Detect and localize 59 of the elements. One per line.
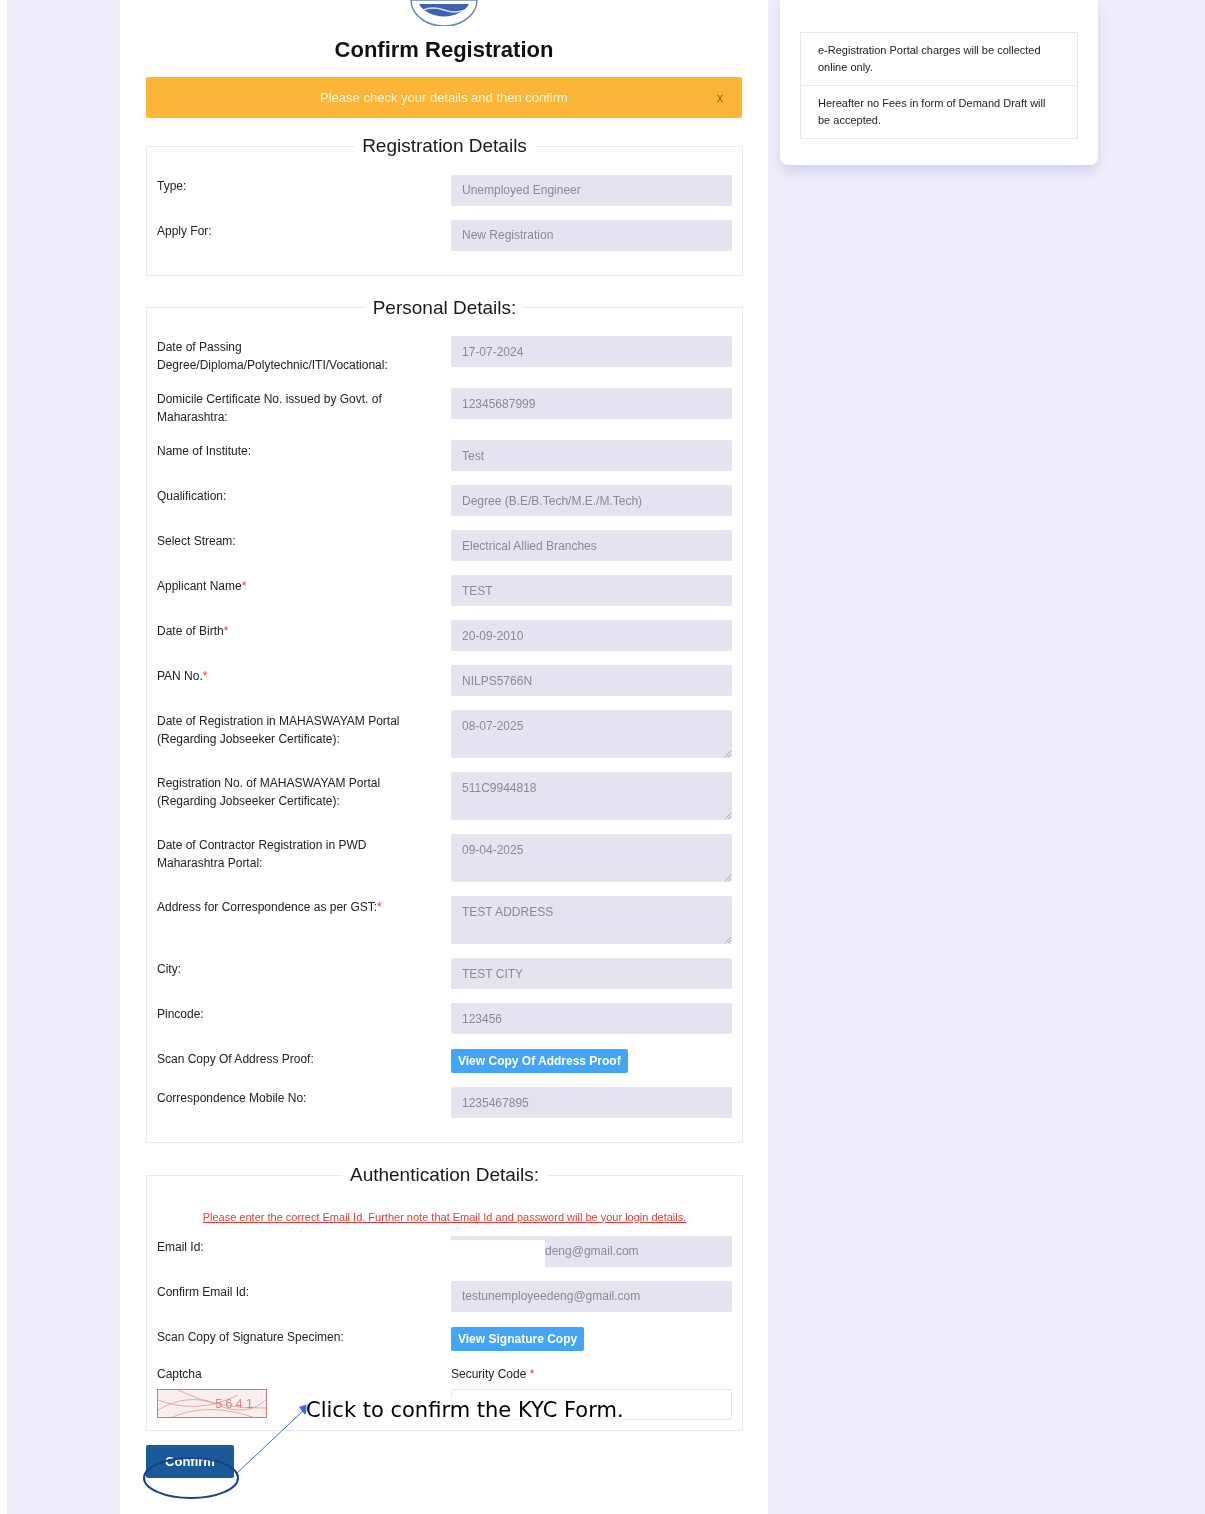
notice-item: Hereafter no Fees in form of Demand Draft will be accepted. <box>801 85 1077 138</box>
notice-item: e-Registration Portal charges will be collected online only. <box>817 43 1042 75</box>
input-field[interactable]: 20-09-2010 <box>451 620 732 651</box>
field-label: Select Stream: <box>157 533 237 550</box>
input-field[interactable]: 123456 <box>451 1003 732 1034</box>
input-field[interactable]: 1235467895 <box>451 1087 732 1118</box>
section-title: Registration Details <box>361 134 528 158</box>
input-field[interactable]: 12345687999 <box>451 388 732 419</box>
input-field[interactable]: Unemployed Engineer <box>451 174 732 206</box>
field-label: Date of Birth* <box>157 623 230 640</box>
input-field[interactable]: testunemployeedeng@gmail.com <box>451 1280 732 1312</box>
callout-label: Click to confirm the KYC Form. <box>306 1398 624 1422</box>
captcha-image: 5641 <box>157 1388 267 1418</box>
warning-text: Please enter the correct Email Id. Further note that Email Id and password will be your login details. <box>202 1210 687 1223</box>
alert-message: Please check your details and then confirm <box>320 88 568 107</box>
text-area[interactable]: 08-07-2025 <box>451 710 732 758</box>
section-title: Authentication Details: <box>348 1163 541 1187</box>
field-label: Date of Registration in MAHASWAYAM Portal (Regarding Jobseeker Certificate): <box>157 713 401 748</box>
input-field[interactable]: TEST CITY <box>451 958 732 989</box>
field-label: Correspondence Mobile No: <box>157 1090 308 1107</box>
text-area[interactable]: 09-04-2025 <box>451 834 732 882</box>
input-field[interactable]: New Registration <box>451 219 732 251</box>
field-label: Confirm Email Id: <box>157 1283 251 1301</box>
input-field[interactable]: Test <box>451 440 732 471</box>
field-label: Scan Copy Of Address Proof: <box>157 1051 315 1068</box>
view-button[interactable]: View Signature Copy <box>451 1326 585 1351</box>
field-label: Security Code * <box>451 1365 536 1383</box>
page-title: Confirm Registration <box>333 36 555 64</box>
field-label: Email Id: <box>157 1238 205 1256</box>
field-label: Apply For: <box>157 222 213 240</box>
field-label: Pincode: <box>157 1006 205 1023</box>
resize-handle-icon <box>724 812 731 819</box>
field-label: Scan Copy of Signature Specimen: <box>157 1328 345 1346</box>
text-area[interactable]: 511C9944818 <box>451 772 732 820</box>
resize-handle-icon <box>724 874 731 881</box>
input-field[interactable]: Electrical Allied Branches <box>451 530 732 561</box>
text-area[interactable]: TEST ADDRESS <box>451 896 732 944</box>
input-field[interactable]: TEST <box>451 575 732 606</box>
section-title: Personal Details: <box>371 295 518 320</box>
field-label: Applicant Name* <box>157 578 248 595</box>
input-field[interactable]: NILPS5766N <box>451 665 732 696</box>
field-label: Registration No. of MAHASWAYAM Portal (Regarding Jobseeker Certificate): <box>157 775 382 810</box>
field-label: Address for Correspondence as per GST:* <box>157 899 383 916</box>
field-label: Date of Passing Degree/Diploma/Polytechnic/ITI/Vocational: <box>157 339 389 374</box>
field-label: PAN No.* <box>157 668 209 685</box>
input-field[interactable]: Degree (B.E/B.Tech/M.E./M.Tech) <box>451 485 732 516</box>
resize-handle-icon <box>724 750 731 757</box>
input-field[interactable]: 17-07-2024 <box>451 336 732 367</box>
field-label: Date of Contractor Registration in PWD Maharashtra Portal: <box>157 837 368 872</box>
input-field[interactable]: deng@gmail.com <box>545 1235 732 1267</box>
field-label: Type: <box>157 177 188 195</box>
field-label: Qualification: <box>157 488 228 505</box>
field-label: City: <box>157 961 182 978</box>
view-button[interactable]: View Copy Of Address Proof <box>451 1049 628 1073</box>
resize-handle-icon <box>724 936 731 943</box>
captcha-label: Captcha <box>157 1365 203 1383</box>
close-button[interactable]: x <box>712 88 728 107</box>
field-label: Domicile Certificate No. issued by Govt. of Maharashtra: <box>157 391 383 426</box>
field-label: Name of Institute: <box>157 443 253 460</box>
